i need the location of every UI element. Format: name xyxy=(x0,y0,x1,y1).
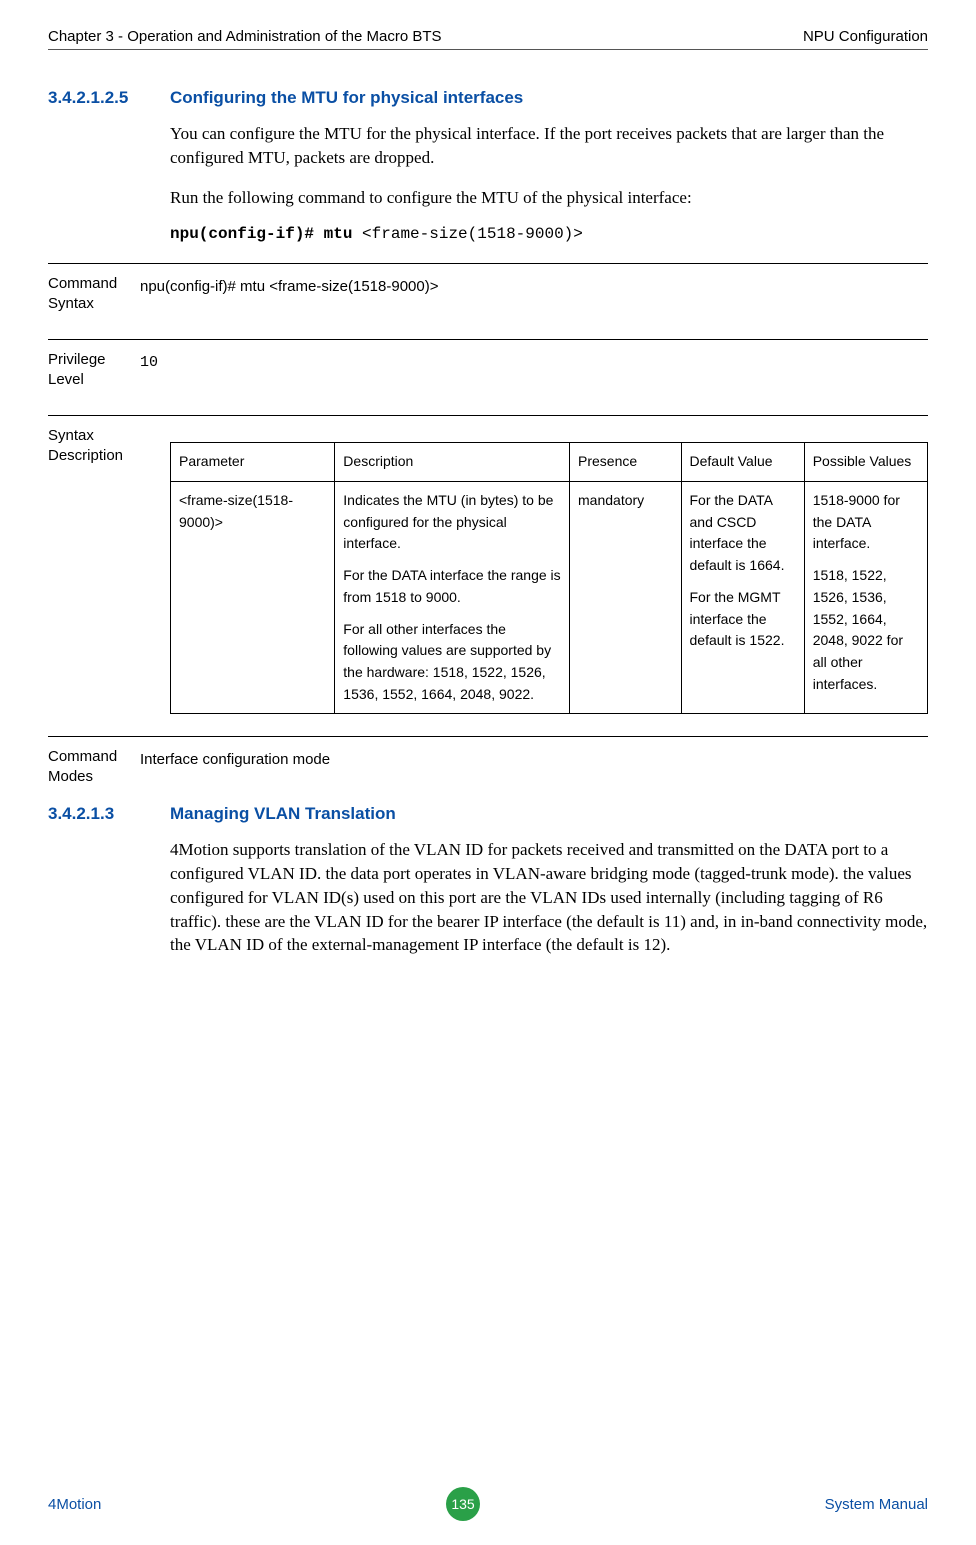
cell-possible: 1518-9000 for the DATA interface. 1518, … xyxy=(804,482,927,714)
cell-desc-p: Indicates the MTU (in bytes) to be confi… xyxy=(343,490,561,555)
cell-possible-p: 1518, 1522, 1526, 1536, 1552, 1664, 2048… xyxy=(813,565,919,695)
def-label-command-syntax: Command Syntax xyxy=(48,274,140,313)
body-paragraph: You can configure the MTU for the physic… xyxy=(170,122,928,170)
page-header: Chapter 3 - Operation and Administration… xyxy=(48,28,928,50)
table-row: Parameter Description Presence Default V… xyxy=(171,443,928,482)
cell-parameter: <frame-size(1518-9000)> xyxy=(171,482,335,714)
section-number: 3.4.2.1.3 xyxy=(48,804,170,824)
cell-description: Indicates the MTU (in bytes) to be confi… xyxy=(335,482,570,714)
cell-presence: mandatory xyxy=(570,482,681,714)
col-parameter: Parameter xyxy=(171,443,335,482)
cell-default-p: For the MGMT interface the default is 15… xyxy=(690,587,796,652)
header-left: Chapter 3 - Operation and Administration… xyxy=(48,28,442,45)
section-number: 3.4.2.1.2.5 xyxy=(48,88,170,108)
section-title: Managing VLAN Translation xyxy=(170,804,396,824)
def-label-command-modes: Command Modes xyxy=(48,747,140,786)
def-label-privilege: Privilege Level xyxy=(48,350,140,389)
command-bold: npu(config-if)# mtu xyxy=(170,225,352,243)
def-label-syntax-description: Syntax Description xyxy=(48,426,140,465)
page-number-badge: 135 xyxy=(446,1487,480,1521)
col-presence: Presence xyxy=(570,443,681,482)
cell-possible-p: 1518-9000 for the DATA interface. xyxy=(813,490,919,555)
table-row: <frame-size(1518-9000)> Indicates the MT… xyxy=(171,482,928,714)
page-footer: 4Motion 135 System Manual xyxy=(48,1487,928,1521)
footer-right: System Manual xyxy=(825,1496,928,1513)
col-default: Default Value xyxy=(681,443,804,482)
def-value-command-syntax: npu(config-if)# mtu <frame-size(1518-900… xyxy=(140,274,438,300)
def-value-privilege: 10 xyxy=(140,350,158,376)
command-line: npu(config-if)# mtu <frame-size(1518-900… xyxy=(170,225,928,243)
header-right: NPU Configuration xyxy=(803,28,928,45)
cell-desc-p: For the DATA interface the range is from… xyxy=(343,565,561,608)
def-value-command-modes: Interface configuration mode xyxy=(140,747,330,773)
section-title: Configuring the MTU for physical interfa… xyxy=(170,88,523,108)
body-paragraph: Run the following command to configure t… xyxy=(170,186,928,210)
cell-default-p: For the DATA and CSCD interface the defa… xyxy=(690,490,796,577)
col-description: Description xyxy=(335,443,570,482)
col-possible: Possible Values xyxy=(804,443,927,482)
syntax-table: Parameter Description Presence Default V… xyxy=(170,442,928,714)
command-arg: <frame-size(1518-9000)> xyxy=(352,225,582,243)
body-paragraph: 4Motion supports translation of the VLAN… xyxy=(170,838,928,957)
cell-desc-p: For all other interfaces the following v… xyxy=(343,619,561,706)
cell-default: For the DATA and CSCD interface the defa… xyxy=(681,482,804,714)
footer-left: 4Motion xyxy=(48,1496,101,1513)
